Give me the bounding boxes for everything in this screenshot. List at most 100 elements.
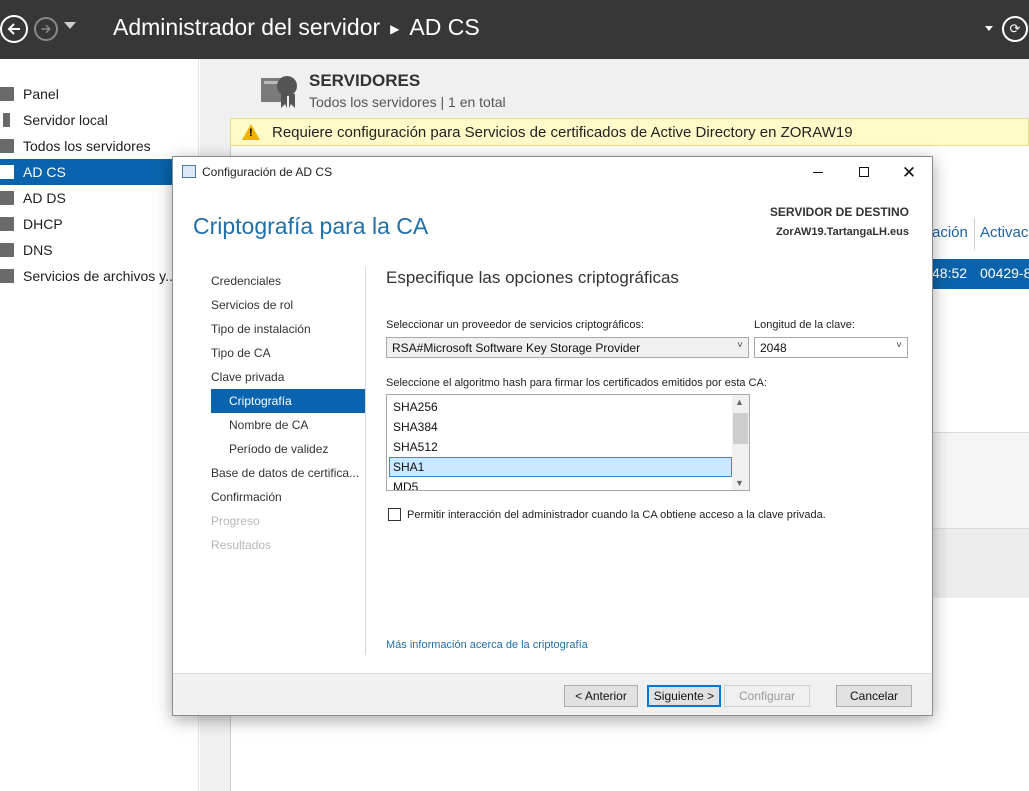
sidebar-item-dns[interactable]: DNS: [0, 237, 199, 263]
list-item[interactable]: SHA512: [389, 437, 732, 457]
key-length-label: Longitud de la clave:: [754, 319, 855, 331]
chevron-down-icon: ˅: [737, 340, 743, 351]
forward-icon[interactable]: [34, 17, 58, 41]
minimize-button[interactable]: [795, 157, 841, 187]
minimize-icon: [813, 171, 823, 173]
steps-divider: [365, 267, 366, 655]
step-cryptography[interactable]: Criptografía: [211, 389, 365, 413]
close-button[interactable]: ✕: [886, 157, 932, 187]
step-confirmation[interactable]: Confirmación: [211, 485, 365, 509]
sidebar-item-adcs[interactable]: AD CS: [0, 159, 199, 185]
sidebar-item-label: Todos los servidores: [23, 138, 151, 154]
scroll-up-icon[interactable]: ▲: [735, 397, 744, 407]
app-titlebar: Administrador del servidor ▶ AD CS ⟳: [0, 0, 1029, 59]
admin-interaction-checkbox[interactable]: [388, 508, 401, 521]
dashboard-icon: [0, 87, 14, 101]
sidebar-item-file-services[interactable]: Servicios de archivos y...: [0, 263, 199, 289]
table-row[interactable]: 48:52 00429-8: [932, 259, 1029, 289]
details-pane: [932, 432, 1029, 528]
key-length-value: 2048: [760, 341, 787, 355]
maximize-icon: [859, 167, 869, 177]
step-ca-name[interactable]: Nombre de CA: [211, 413, 365, 437]
destination-server-value: ZorAW19.TartangaLH.eus: [775, 226, 909, 238]
step-ca-type[interactable]: Tipo de CA: [211, 341, 365, 365]
sidebar-item-panel[interactable]: Panel: [0, 81, 199, 107]
sidebar-item-adds[interactable]: AD DS: [0, 185, 199, 211]
sidebar-item-all-servers[interactable]: Todos los servidores: [0, 133, 199, 159]
row-code: 00429-8: [980, 265, 1029, 281]
step-role-services[interactable]: Servicios de rol: [211, 293, 365, 317]
provider-value: RSA#Microsoft Software Key Storage Provi…: [392, 341, 641, 355]
key-length-select[interactable]: 2048 ˅: [754, 337, 908, 358]
close-icon: ✕: [901, 162, 917, 182]
details-pane-footer: [932, 528, 1029, 598]
list-item[interactable]: SHA256: [389, 397, 732, 417]
step-setup-type[interactable]: Tipo de instalación: [211, 317, 365, 341]
back-icon[interactable]: [0, 15, 28, 43]
section-title: AD CS: [409, 14, 480, 40]
servers-group-icon: [261, 76, 297, 108]
hash-label: Seleccione el algoritmo hash para firmar…: [386, 377, 767, 389]
step-credentials[interactable]: Credenciales: [211, 269, 365, 293]
back-button[interactable]: < Anterior: [564, 685, 638, 707]
list-item[interactable]: SHA384: [389, 417, 732, 437]
list-item-selected[interactable]: SHA1: [389, 457, 732, 477]
configuration-warning-bar[interactable]: Requiere configuración para Servicios de…: [230, 118, 1029, 146]
row-time: 48:52: [932, 265, 968, 281]
scroll-thumb[interactable]: [733, 413, 748, 444]
maximize-button[interactable]: [841, 157, 887, 187]
step-certificate-database[interactable]: Base de datos de certifica...: [211, 461, 365, 485]
wizard-steps: Credenciales Servicios de rol Tipo de in…: [211, 269, 365, 557]
chevron-down-icon: ˅: [896, 340, 902, 351]
sidebar-item-label: AD CS: [23, 164, 66, 180]
hash-algorithm-list[interactable]: SHA256 SHA384 SHA512 SHA1 MD5 ▲ ▼: [386, 394, 750, 491]
refresh-icon[interactable]: ⟳: [1002, 16, 1028, 42]
sidebar-item-local-server[interactable]: Servidor local: [0, 107, 199, 133]
app-title: Administrador del servidor: [113, 14, 381, 40]
servers-subtitle: Todos los servidores | 1 en total: [309, 94, 506, 110]
servers-header: SERVIDORES Todos los servidores | 1 en t…: [230, 59, 1029, 118]
sidebar-item-label: Panel: [23, 86, 59, 102]
sidebar-item-label: Servicios de archivos y...: [23, 268, 177, 284]
column-header-activation[interactable]: ación: [932, 224, 968, 241]
more-info-link[interactable]: Más información acerca de la criptografí…: [386, 639, 588, 651]
dialog-title: Configuración de AD CS: [202, 165, 333, 179]
column-header-activation-id[interactable]: Activac: [980, 224, 1028, 241]
certificate-icon: [0, 165, 14, 179]
next-button[interactable]: Siguiente >: [647, 685, 721, 707]
breadcrumb: Administrador del servidor ▶ AD CS: [113, 14, 480, 41]
content-title: Especifique las opciones criptográficas: [386, 268, 679, 287]
dialog-titlebar[interactable]: Configuración de AD CS ✕: [173, 157, 932, 187]
provider-select[interactable]: RSA#Microsoft Software Key Storage Provi…: [386, 337, 749, 358]
list-scrollbar[interactable]: ▲ ▼: [732, 395, 749, 490]
servers-icon: [0, 139, 14, 153]
dialog-app-icon: [182, 165, 196, 178]
breadcrumb-arrow-icon: ▶: [390, 21, 400, 36]
step-validity-period[interactable]: Período de validez: [211, 437, 365, 461]
sidebar-item-label: DNS: [23, 242, 53, 258]
admin-interaction-option[interactable]: Permitir interacción del administrador c…: [388, 508, 826, 521]
sidebar-item-label: Servidor local: [23, 112, 108, 128]
directory-icon: [0, 191, 14, 205]
step-results: Resultados: [211, 538, 272, 552]
scroll-down-icon[interactable]: ▼: [735, 478, 744, 488]
sidebar: Panel Servidor local Todos los servidore…: [0, 59, 199, 791]
step-progress: Progreso: [211, 514, 260, 528]
adcs-configuration-dialog: Configuración de AD CS ✕ Criptografía pa…: [172, 156, 933, 716]
servers-title: SERVIDORES: [309, 71, 421, 90]
step-private-key[interactable]: Clave privada: [211, 365, 365, 389]
sidebar-item-dhcp[interactable]: DHCP: [0, 211, 199, 237]
server-icon: [3, 113, 10, 127]
configure-button: Configurar: [724, 685, 810, 707]
dns-icon: [0, 243, 14, 257]
file-services-icon: [0, 269, 14, 283]
dhcp-icon: [0, 217, 14, 231]
history-dropdown-icon[interactable]: [64, 22, 76, 29]
warning-text: Requiere configuración para Servicios de…: [272, 124, 853, 141]
admin-interaction-label: Permitir interacción del administrador c…: [407, 508, 826, 521]
dialog-footer: < Anterior Siguiente > Configurar Cancel…: [173, 673, 932, 715]
refresh-dropdown-icon[interactable]: [985, 26, 993, 31]
list-item[interactable]: MD5: [389, 477, 732, 490]
cancel-button[interactable]: Cancelar: [836, 685, 912, 707]
page-title: Criptografía para la CA: [193, 213, 429, 239]
